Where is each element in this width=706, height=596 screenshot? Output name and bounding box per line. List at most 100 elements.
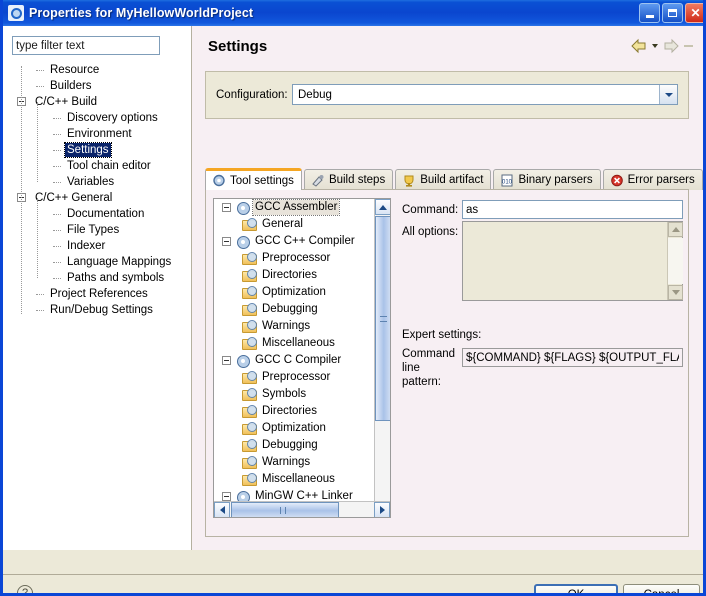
clp-label-line1: Command [402,348,455,360]
collapse-toggle-icon[interactable] [222,356,231,365]
tab-binary-parsers[interactable]: 010Binary parsers [493,169,600,190]
sidebar-item-label: Builders [48,79,94,93]
chevron-down-icon[interactable] [652,44,658,48]
sidebar-item-label: Discovery options [65,111,160,125]
sidebar-item-resource[interactable]: Resource [3,62,191,78]
tool-tree-item[interactable]: Preprocessor [214,250,374,267]
tree-connector [53,246,61,247]
tool-tree-item-label: Warnings [260,319,312,334]
sidebar-item-documentation[interactable]: Documentation [3,206,191,222]
help-icon[interactable]: ? [17,585,33,596]
sidebar-item-c-c-build[interactable]: C/C++ Build [3,94,191,110]
sidebar-item-discovery-options[interactable]: Discovery options [3,110,191,126]
sidebar-item-project-references[interactable]: Project References [3,286,191,302]
all-options-field[interactable] [462,221,683,301]
scroll-up-button[interactable] [375,199,391,215]
settings-nav-tree[interactable]: Resource Builders C/C++ Build Discovery opt… [3,62,191,312]
tool-tree-item[interactable]: Optimization [214,284,374,301]
scroll-right-button[interactable] [374,502,390,518]
cancel-button[interactable]: Cancel [623,584,700,596]
folder-icon [242,371,257,384]
error-parsers-icon [610,174,624,187]
chevron-down-icon[interactable] [659,85,677,104]
separator-icon [684,45,693,47]
sidebar-item-label: Project References [48,287,150,301]
sidebar-item-variables[interactable]: Variables [3,174,191,190]
tool-tree-item[interactable]: Optimization [214,420,374,437]
tool-tree-item[interactable]: Miscellaneous [214,471,374,488]
command-input[interactable] [462,200,683,219]
tool-tree-item-label: Directories [260,404,319,419]
tree-connector [53,278,61,279]
tool-tree-item-label: Preprocessor [260,251,332,266]
scroll-left-button[interactable] [214,502,230,518]
tool-tree-item[interactable]: GCC C++ Compiler [214,233,374,250]
collapse-toggle-icon[interactable] [222,237,231,246]
tab-build-artifact[interactable]: Build artifact [395,169,491,190]
sidebar-item-settings[interactable]: Settings [3,142,191,158]
sidebar-item-label: Tool chain editor [65,159,153,173]
sidebar-item-indexer[interactable]: Indexer [3,238,191,254]
folder-icon [242,218,257,231]
tool-tree-item-label: Symbols [260,387,308,402]
tab-error-parsers[interactable]: Error parsers [603,169,703,190]
gear-icon [236,354,250,367]
filter-input[interactable] [12,36,160,55]
minimize-button[interactable] [639,3,660,23]
tab-build-steps[interactable]: Build steps [304,169,393,190]
vscroll-thumb[interactable] [375,216,391,421]
folder-icon [242,303,257,316]
sidebar-item-label: Variables [65,175,116,189]
tool-tree-item[interactable]: GCC C Compiler [214,352,374,369]
command-line-pattern-input[interactable] [462,348,683,367]
sidebar-item-c-c-general[interactable]: C/C++ General [3,190,191,206]
tab-tool-settings[interactable]: Tool settings [205,168,302,190]
folder-icon [242,252,257,265]
tool-tree-item-label: GCC Assembler [253,200,339,215]
sidebar-item-language-mappings[interactable]: Language Mappings [3,254,191,270]
tool-tree-item[interactable]: General [214,216,374,233]
tool-tree-item[interactable]: Miscellaneous [214,335,374,352]
tool-tree-item-label: General [260,217,305,232]
close-icon[interactable]: ✕ [685,3,706,23]
tab-bar[interactable]: Tool settingsBuild stepsBuild artifact01… [205,168,705,190]
tool-tree-item[interactable]: Debugging [214,301,374,318]
scroll-up-button [668,222,683,237]
sidebar-item-label: C/C++ General [33,191,114,205]
tool-tree-item-label: Optimization [260,285,328,300]
tool-tree-hscrollbar[interactable] [214,501,390,517]
tool-tree[interactable]: GCC AssemblerGeneralGCC C++ CompilerPrep… [213,198,391,518]
sidebar-item-label: Language Mappings [65,255,173,269]
tool-tree-vscrollbar[interactable] [374,199,390,517]
collapse-toggle-icon[interactable] [222,203,231,212]
tree-connector [36,294,44,295]
tool-tree-item[interactable]: Symbols [214,386,374,403]
sidebar-item-run-debug-settings[interactable]: Run/Debug Settings [3,302,191,318]
tool-tree-item[interactable]: Directories [214,403,374,420]
folder-icon [242,473,257,486]
sidebar-item-label: C/C++ Build [33,95,99,109]
tree-connector [53,150,61,151]
hscroll-thumb[interactable] [231,502,339,518]
sidebar-item-environment[interactable]: Environment [3,126,191,142]
command-label: Command: [402,204,458,216]
tool-tree-item[interactable]: Debugging [214,437,374,454]
tool-tree-item[interactable]: Warnings [214,318,374,335]
tool-tree-item[interactable]: GCC Assembler [214,199,374,216]
sidebar-item-paths-and-symbols[interactable]: Paths and symbols [3,270,191,286]
build-steps-icon [311,174,325,187]
maximize-button[interactable] [662,3,683,23]
tool-tree-item[interactable]: Warnings [214,454,374,471]
tool-tree-item[interactable]: Preprocessor [214,369,374,386]
sidebar-item-builders[interactable]: Builders [3,78,191,94]
sidebar-item-label: Resource [48,63,101,77]
configuration-select[interactable]: Debug [292,84,678,105]
sidebar-item-file-types[interactable]: File Types [3,222,191,238]
collapse-toggle-icon[interactable] [222,492,231,501]
back-icon[interactable] [630,38,648,54]
sidebar-item-tool-chain-editor[interactable]: Tool chain editor [3,158,191,174]
tool-tree-item[interactable]: Directories [214,267,374,284]
folder-icon [242,388,257,401]
tool-tree-item-label: GCC C Compiler [253,353,343,368]
ok-button[interactable]: OK [534,584,618,596]
